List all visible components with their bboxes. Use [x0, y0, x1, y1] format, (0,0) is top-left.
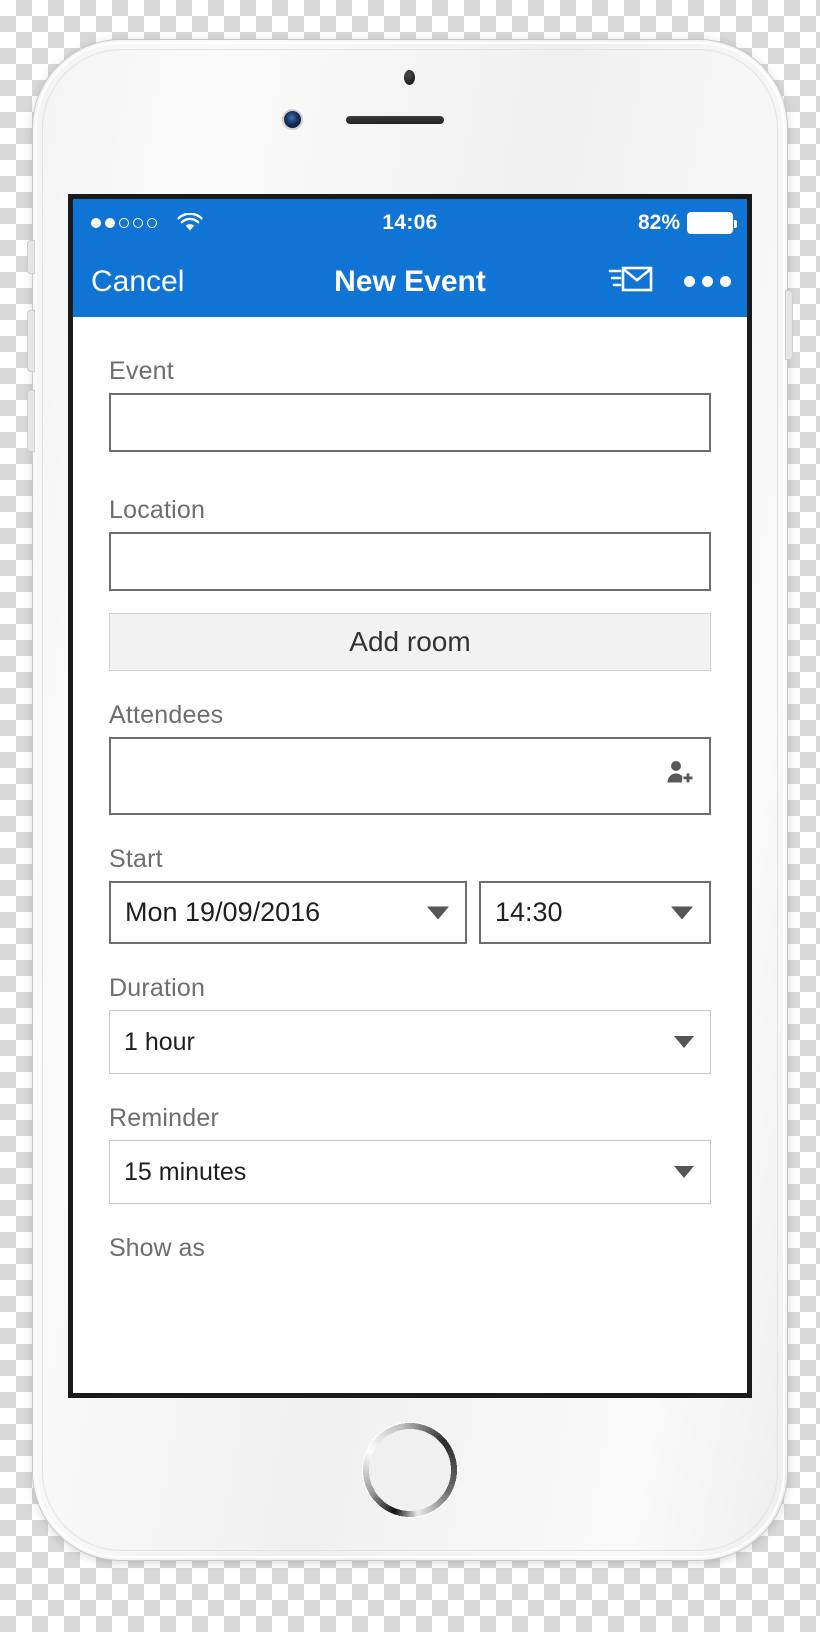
reminder-value: 15 minutes	[124, 1157, 247, 1186]
more-options-icon[interactable]	[684, 276, 731, 287]
phone-screen: 14:06 82% Cancel New Event Event Locatio…	[68, 194, 752, 1398]
event-input[interactable]	[109, 393, 711, 452]
duration-select[interactable]: 1 hour	[109, 1010, 711, 1074]
attendees-input[interactable]	[109, 737, 711, 815]
field-start: Start Mon 19/09/2016 14:30	[109, 845, 711, 944]
reminder-select[interactable]: 15 minutes	[109, 1140, 711, 1204]
start-label: Start	[109, 845, 163, 873]
send-mail-icon[interactable]	[608, 262, 654, 301]
navigation-bar-actions	[608, 246, 731, 317]
reminder-label: Reminder	[109, 1104, 219, 1132]
show-as-label: Show as	[109, 1234, 205, 1262]
add-person-icon[interactable]	[663, 758, 693, 795]
battery-percentage: 82%	[637, 210, 680, 234]
duration-value: 1 hour	[124, 1027, 195, 1056]
field-location: Location	[109, 496, 711, 591]
home-button-ring	[362, 1422, 458, 1518]
silent-switch[interactable]	[27, 240, 35, 274]
location-label: Location	[109, 496, 206, 524]
volume-up-button[interactable]	[27, 310, 35, 372]
power-button[interactable]	[785, 290, 793, 360]
navigation-bar: Cancel New Event	[73, 246, 747, 317]
chevron-down-icon	[674, 1036, 694, 1048]
volume-down-button[interactable]	[27, 390, 35, 452]
duration-label: Duration	[109, 974, 206, 1002]
proximity-sensor-icon	[404, 70, 415, 85]
start-date-select[interactable]: Mon 19/09/2016	[109, 881, 467, 944]
event-label: Event	[109, 357, 174, 385]
earpiece-speaker	[346, 116, 444, 124]
home-button[interactable]	[362, 1422, 458, 1518]
battery-icon	[687, 211, 737, 234]
attendees-label: Attendees	[109, 701, 224, 729]
field-event: Event	[109, 357, 711, 452]
chevron-down-icon	[674, 1166, 694, 1178]
field-attendees: Attendees	[109, 701, 711, 815]
chevron-down-icon	[671, 906, 693, 919]
field-duration: Duration 1 hour	[109, 974, 711, 1074]
status-bar: 14:06 82%	[73, 199, 747, 246]
location-input[interactable]	[109, 532, 711, 591]
add-room-button[interactable]: Add room	[109, 613, 711, 671]
start-row: Mon 19/09/2016 14:30	[109, 881, 711, 944]
phone-device: 14:06 82% Cancel New Event Event Locatio…	[27, 40, 793, 1560]
camera-icon	[284, 111, 301, 128]
status-bar-right: 82%	[637, 199, 737, 246]
new-event-form: Event Location Add room Attendees Start …	[73, 317, 747, 1263]
field-reminder: Reminder 15 minutes	[109, 1104, 711, 1204]
start-time-select[interactable]: 14:30	[479, 881, 711, 944]
start-time-value: 14:30	[495, 897, 563, 927]
chevron-down-icon	[427, 906, 449, 919]
start-date-value: Mon 19/09/2016	[125, 897, 321, 927]
